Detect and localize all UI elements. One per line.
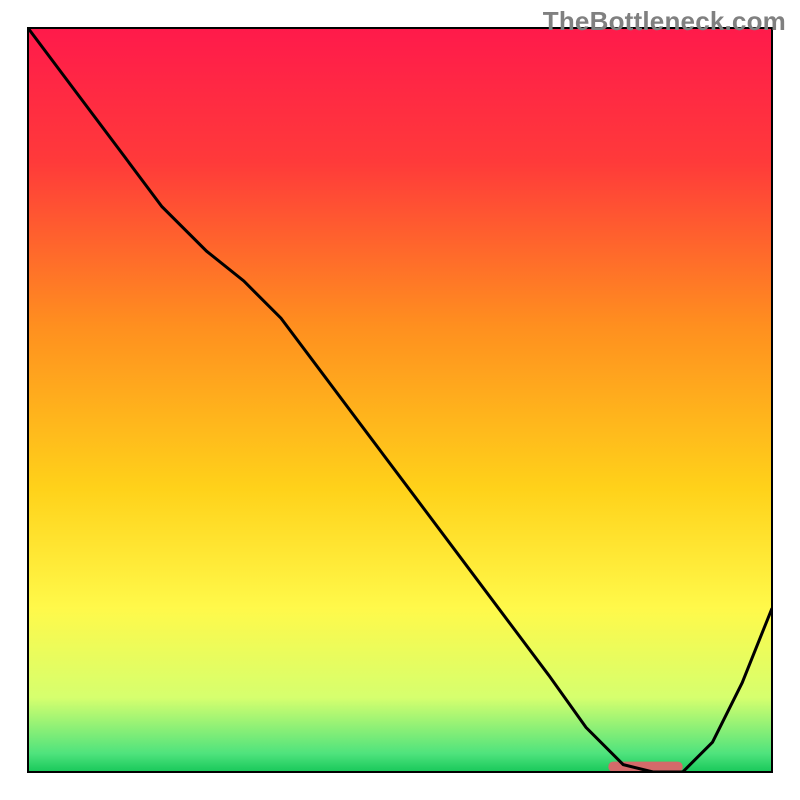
bottleneck-chart: [0, 0, 800, 800]
watermark-text: TheBottleneck.com: [543, 6, 786, 37]
gradient-background: [28, 28, 772, 772]
chart-container: TheBottleneck.com: [0, 0, 800, 800]
